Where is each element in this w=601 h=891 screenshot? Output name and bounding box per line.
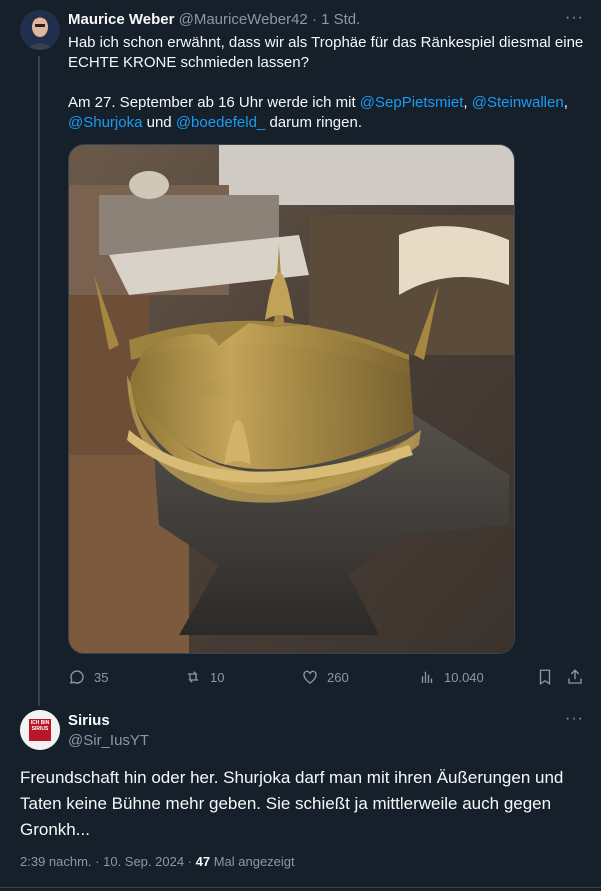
author-handle[interactable]: @MauriceWeber42 xyxy=(179,11,308,28)
reply-timestamp[interactable]: 2:39 nachm. · 10. Sep. 2024 · xyxy=(20,854,196,869)
tweet-line-4: @Shurjoka und @boedefeld_ darum ringen. xyxy=(68,113,362,133)
avatar-logo-text: ICH BIN SIRIUS xyxy=(30,720,50,732)
reply-line-2: Taten keine Bühne mehr geben. Sie schieß… xyxy=(20,794,552,813)
reply-view-count: 47 xyxy=(195,854,211,869)
author-name[interactable]: Maurice Weber xyxy=(68,11,174,28)
mention-steinwallen[interactable]: @Steinwallen xyxy=(472,94,564,111)
more-options-button[interactable]: ··· xyxy=(565,9,584,27)
reply-meta: 2:39 nachm. · 10. Sep. 2024 · 47 Mal ang… xyxy=(20,854,295,869)
mention-shurjoka[interactable]: @Shurjoka xyxy=(68,114,142,131)
tweet-image-crown[interactable] xyxy=(68,144,515,654)
share-button[interactable] xyxy=(566,668,584,686)
views-label: Mal angezeigt xyxy=(210,854,295,869)
view-count: 10.040 xyxy=(444,669,484,685)
retweet-icon xyxy=(187,671,199,683)
line4-text: darum ringen. xyxy=(265,114,362,131)
views-button[interactable]: 10.040 xyxy=(418,668,484,686)
tweet-header: Maurice Weber @MauriceWeber42 · 1 Std. xyxy=(68,11,360,28)
header-separator: · xyxy=(311,11,317,28)
retweet-button[interactable]: 10 xyxy=(184,668,224,686)
reply-line-3: Gronkh... xyxy=(20,820,90,839)
analytics-icon xyxy=(421,671,433,683)
author-avatar[interactable] xyxy=(20,10,60,50)
like-count: 260 xyxy=(327,669,349,685)
and-text: und xyxy=(142,114,176,131)
retweet-count: 10 xyxy=(210,669,225,685)
reply-button[interactable]: 35 xyxy=(68,668,108,686)
thread-line xyxy=(38,56,40,706)
mention-boedefeld[interactable]: @boedefeld_ xyxy=(176,114,265,131)
comma-text: , xyxy=(463,94,472,111)
heart-icon xyxy=(303,670,317,684)
bookmark-button[interactable] xyxy=(536,668,554,686)
line3-text: Am 27. September ab 16 Uhr werde ich mit xyxy=(68,94,360,111)
bottom-divider xyxy=(0,887,601,888)
tweet-line-2: ECHTE KRONE schmieden lassen? xyxy=(68,54,309,71)
reply-more-options-button[interactable]: ··· xyxy=(565,710,584,728)
tweet-time[interactable]: 1 Std. xyxy=(321,11,360,28)
tweet-line-3: Am 27. September ab 16 Uhr werde ich mit… xyxy=(68,93,568,113)
reply-author-handle[interactable]: @Sir_IusYT xyxy=(68,732,149,749)
reply-icon xyxy=(70,670,84,684)
like-button[interactable]: 260 xyxy=(301,668,349,686)
mention-seppietsmiet[interactable]: @SepPietsmiet xyxy=(360,94,464,111)
tweet-body: Hab ich schon erwähnt, dass wir als Trop… xyxy=(68,33,588,73)
reply-line-1: Freundschaft hin oder her. Shurjoka darf… xyxy=(20,768,564,787)
tweet-line-1: Hab ich schon erwähnt, dass wir als Trop… xyxy=(68,34,584,51)
reply-body: Freundschaft hin oder her. Shurjoka darf… xyxy=(20,765,590,843)
reply-count: 35 xyxy=(94,669,109,685)
comma-text: , xyxy=(563,94,568,111)
share-icon xyxy=(568,669,582,684)
bookmark-icon xyxy=(539,669,551,686)
reply-author-avatar[interactable]: ICH BIN SIRIUS xyxy=(20,710,60,750)
reply-author-name[interactable]: Sirius xyxy=(68,712,110,729)
